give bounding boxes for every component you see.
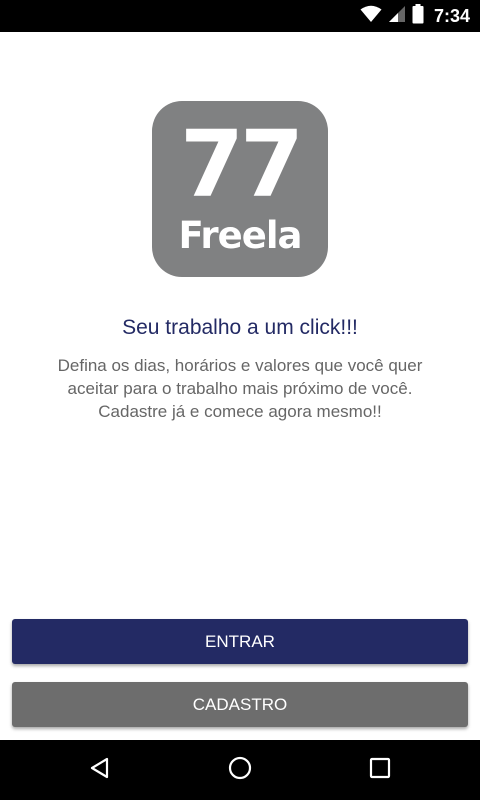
description-line: aceitar para o trabalho mais próximo de … [67, 379, 413, 398]
status-time: 7:34 [433, 5, 470, 26]
status-icons: 7:34 [360, 0, 470, 32]
navigation-bar [0, 740, 480, 800]
wifi-icon [360, 5, 382, 28]
description: Defina os dias, horários e valores que v… [20, 354, 460, 423]
description-line: Defina os dias, horários e valores que v… [57, 356, 423, 375]
home-button[interactable] [210, 740, 270, 800]
battery-icon [412, 3, 424, 29]
back-button[interactable] [70, 740, 130, 800]
app-logo: 77 Freela [152, 101, 328, 277]
logo-word: Freela [178, 214, 303, 257]
home-icon [227, 755, 253, 786]
recents-button[interactable] [350, 740, 410, 800]
recents-icon [369, 757, 391, 784]
signal-icon [388, 5, 406, 28]
back-icon [88, 756, 112, 785]
logo-number: 77 [179, 111, 304, 218]
register-button[interactable]: CADASTRO [12, 682, 468, 727]
status-bar: 7:34 [0, 0, 480, 32]
login-button[interactable]: ENTRAR [12, 619, 468, 664]
description-line: Cadastre já e comece agora mesmo!! [98, 402, 382, 421]
headline: Seu trabalho a um click!!! [122, 316, 358, 339]
